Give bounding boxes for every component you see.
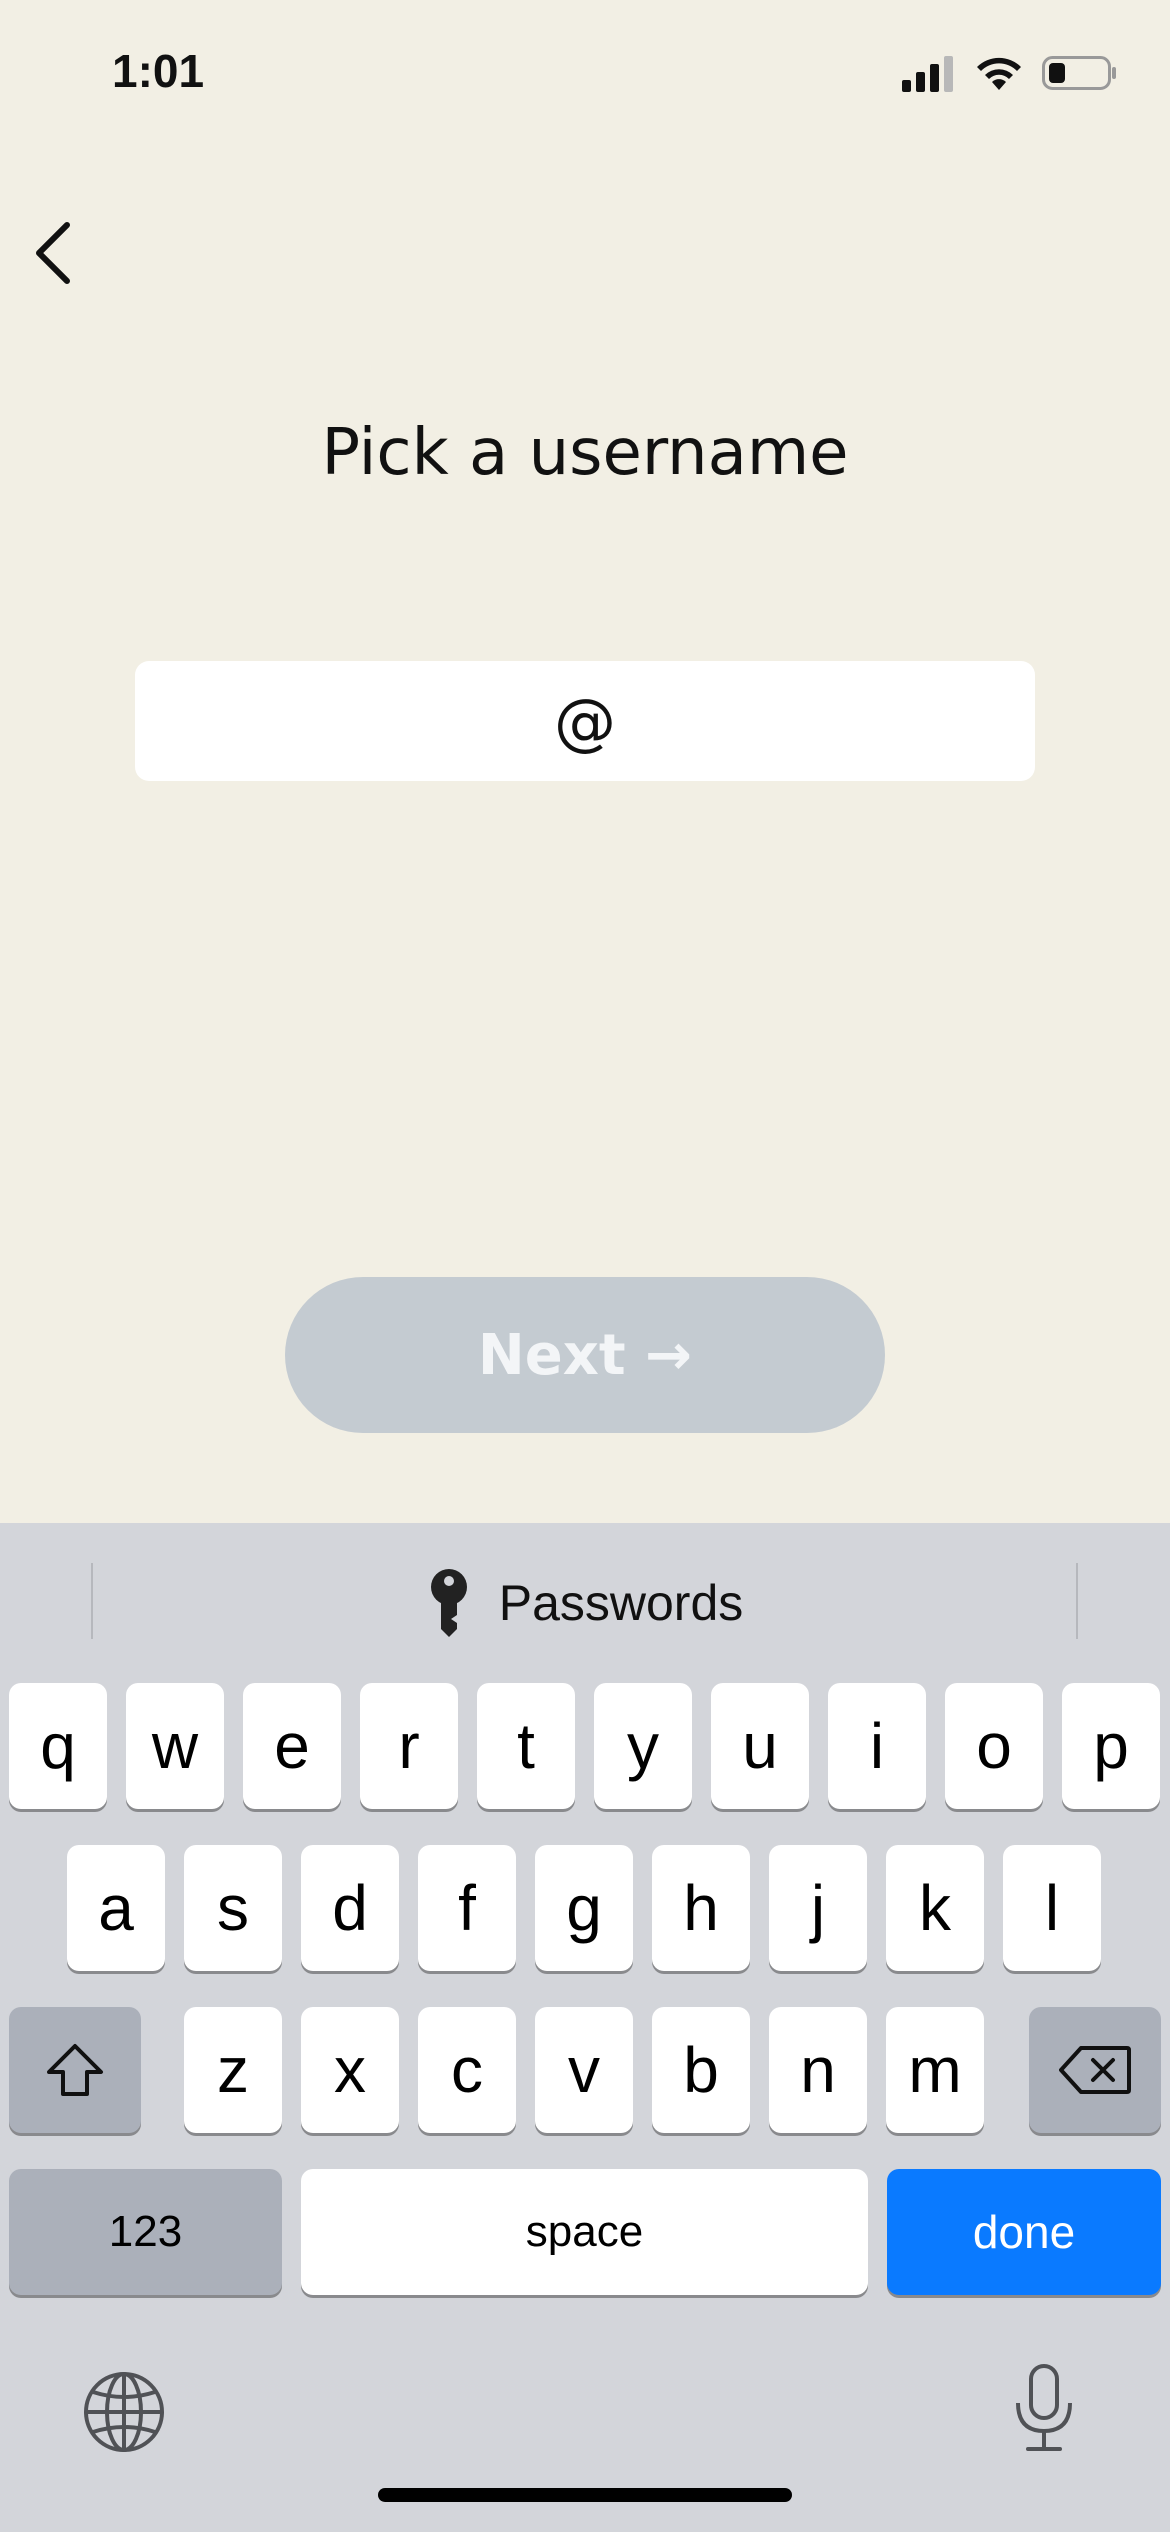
page-title: Pick a username xyxy=(321,416,849,490)
key-l[interactable]: l xyxy=(1003,1845,1101,1971)
home-indicator[interactable] xyxy=(378,2488,792,2502)
screen: 1:01 Pick a username @ Next → Passwords … xyxy=(0,0,1170,2532)
key-g[interactable]: g xyxy=(535,1845,633,1971)
space-key[interactable]: space xyxy=(301,2169,868,2295)
key-y[interactable]: y xyxy=(594,1683,692,1809)
wifi-icon xyxy=(974,54,1024,97)
key-f[interactable]: f xyxy=(418,1845,516,1971)
key-x[interactable]: x xyxy=(301,2007,399,2133)
key-z[interactable]: z xyxy=(184,2007,282,2133)
key-p[interactable]: p xyxy=(1062,1683,1160,1809)
key-q[interactable]: q xyxy=(9,1683,107,1809)
key-k[interactable]: k xyxy=(886,1845,984,1971)
key-s[interactable]: s xyxy=(184,1845,282,1971)
done-key[interactable]: done xyxy=(887,2169,1161,2295)
next-button[interactable]: Next → xyxy=(285,1277,885,1433)
microphone-icon xyxy=(1016,2364,1072,2451)
key-a[interactable]: a xyxy=(67,1845,165,1971)
keyboard-suggestion-bar: Passwords xyxy=(0,1523,1170,1679)
key-b[interactable]: b xyxy=(652,2007,750,2133)
key-r[interactable]: r xyxy=(360,1683,458,1809)
keyboard: Passwords q w e r t y u i o p a s d f g … xyxy=(0,1523,1170,2532)
key-d[interactable]: d xyxy=(301,1845,399,1971)
key-t[interactable]: t xyxy=(477,1683,575,1809)
key-o[interactable]: o xyxy=(945,1683,1043,1809)
key-w[interactable]: w xyxy=(126,1683,224,1809)
chevron-left-icon xyxy=(36,222,70,284)
key-h[interactable]: h xyxy=(652,1845,750,1971)
shift-key[interactable] xyxy=(9,2007,141,2133)
status-icons xyxy=(902,52,1118,98)
passwords-label: Passwords xyxy=(498,1575,744,1631)
back-button[interactable] xyxy=(18,218,88,288)
key-n[interactable]: n xyxy=(769,2007,867,2133)
dictation-button[interactable] xyxy=(1012,2363,1076,2453)
numbers-key[interactable]: 123 xyxy=(9,2169,282,2295)
key-v[interactable]: v xyxy=(535,2007,633,2133)
shift-icon xyxy=(47,2044,103,2096)
battery-icon xyxy=(1042,54,1118,97)
cellular-signal-icon xyxy=(902,54,956,97)
key-m[interactable]: m xyxy=(886,2007,984,2133)
globe-button[interactable] xyxy=(82,2370,166,2454)
backspace-icon xyxy=(1059,2046,1131,2094)
passwords-suggestion[interactable]: Passwords xyxy=(0,1563,1170,1643)
key-e[interactable]: e xyxy=(243,1683,341,1809)
globe-icon xyxy=(84,2372,164,2452)
key-j[interactable]: j xyxy=(769,1845,867,1971)
status-time: 1:01 xyxy=(112,45,205,97)
key-icon xyxy=(430,1569,467,1637)
key-u[interactable]: u xyxy=(711,1683,809,1809)
key-c[interactable]: c xyxy=(418,2007,516,2133)
username-field[interactable]: @ xyxy=(135,661,1035,781)
key-i[interactable]: i xyxy=(828,1683,926,1809)
delete-key[interactable] xyxy=(1029,2007,1161,2133)
